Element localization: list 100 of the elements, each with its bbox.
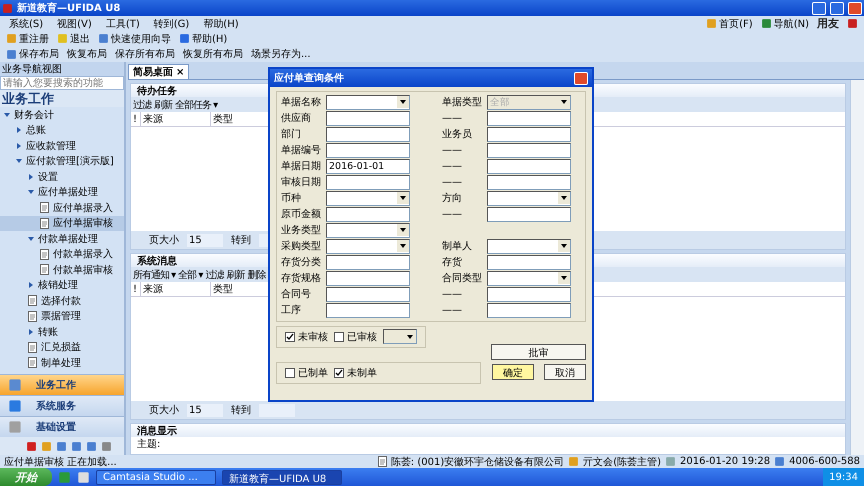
tree-item[interactable]: 汇兑损益 <box>0 340 124 355</box>
layout-button[interactable]: 恢复所有布局 <box>183 47 243 61</box>
tree-item[interactable]: 票据管理 <box>0 308 124 324</box>
search-field[interactable]: 请输入您要搜索的功能 <box>0 76 124 90</box>
input-field[interactable] <box>326 111 410 126</box>
dropdown-field[interactable] <box>383 329 417 344</box>
dropdown-arrow-icon[interactable] <box>407 334 413 338</box>
dropdown-field[interactable] <box>487 239 571 254</box>
checkbox[interactable]: 未审核 <box>285 330 328 344</box>
tree-item[interactable]: 应付单据审核 <box>0 216 124 231</box>
toolbar-action[interactable]: 全部 ▾ <box>178 268 202 282</box>
checkbox[interactable]: 未制单 <box>334 366 377 380</box>
minimize-button[interactable] <box>812 2 826 14</box>
input-field[interactable] <box>487 207 571 222</box>
toolbar-action[interactable]: 删除 <box>247 268 266 282</box>
toolbar-action[interactable]: 刷新 <box>154 98 172 112</box>
dropdown-field[interactable] <box>487 191 571 206</box>
input-field[interactable] <box>326 127 410 142</box>
nav-link[interactable]: 导航(N) <box>760 16 809 30</box>
collapsed-arrow-icon[interactable] <box>28 174 34 180</box>
tree-item[interactable]: 付款单据审核 <box>0 262 124 278</box>
layout-button[interactable]: 保存布局 <box>6 47 59 61</box>
toolbar-button[interactable]: 快速使用向导 <box>98 32 171 46</box>
nav-button[interactable]: 基础设置 <box>0 416 124 437</box>
page-size-field[interactable]: 15 <box>187 404 223 416</box>
dropdown-field[interactable] <box>326 191 410 206</box>
toolbar-action[interactable]: 过滤 <box>205 268 224 282</box>
nav-link[interactable]: 首页(F) <box>706 16 753 30</box>
dropdown-arrow-icon[interactable] <box>400 244 406 248</box>
tree-item[interactable]: 应收款管理 <box>0 138 124 154</box>
input-field[interactable] <box>326 271 410 286</box>
dropdown-arrow-icon[interactable] <box>561 244 567 248</box>
tree-item[interactable]: 转账 <box>0 324 124 340</box>
tab-close[interactable]: × <box>176 66 184 78</box>
menu-item[interactable]: 帮助(H) <box>200 16 242 30</box>
toolbar-button[interactable]: 帮助(H) <box>179 32 228 46</box>
toolbar-action[interactable]: 所有通知 ▾ <box>133 268 176 282</box>
tree-item[interactable]: 核销处理 <box>0 278 124 293</box>
page-size-field[interactable]: 15 <box>187 234 223 246</box>
tree-item[interactable]: 财务会计 <box>0 107 124 122</box>
input-field[interactable] <box>487 303 571 318</box>
tree-item[interactable]: 选择付款 <box>0 293 124 308</box>
input-field[interactable] <box>487 111 571 126</box>
tree-item[interactable]: 付款单据录入 <box>0 246 124 262</box>
tree-item[interactable]: 总账 <box>0 122 124 138</box>
expanded-arrow-icon[interactable] <box>28 236 34 242</box>
input-field[interactable] <box>487 175 571 190</box>
restore-button[interactable] <box>830 2 844 14</box>
column-header[interactable]: ! <box>131 112 141 126</box>
toolbar-button[interactable]: 退出 <box>57 32 90 46</box>
layout-button[interactable]: 保存所有布局 <box>115 47 175 61</box>
tree-item[interactable]: 制单处理 <box>0 355 124 370</box>
menu-item[interactable]: 工具(T) <box>102 16 143 30</box>
layout-button[interactable]: 场景另存为... <box>251 47 311 61</box>
dropdown-arrow-icon[interactable] <box>561 276 567 280</box>
dropdown-arrow-icon[interactable] <box>561 196 567 200</box>
taskbar-button[interactable]: 新道教育—UFIDA U8 <box>222 470 342 484</box>
ok-button[interactable]: 确定 <box>492 364 534 380</box>
dropdown-field[interactable] <box>326 223 410 238</box>
input-field[interactable] <box>326 143 410 158</box>
dropdown-arrow-icon[interactable] <box>400 100 406 104</box>
toolbar-button[interactable]: 重注册 <box>6 32 49 46</box>
toolbar-action[interactable]: 全部任务 ▾ <box>175 98 218 112</box>
menu-item[interactable]: 视图(V) <box>54 16 95 30</box>
collapsed-arrow-icon[interactable] <box>28 282 34 288</box>
dropdown-field[interactable] <box>326 95 410 110</box>
collapsed-arrow-icon[interactable] <box>16 142 22 149</box>
tree-item[interactable]: 应付款管理[演示版] <box>0 154 124 169</box>
batch-approve-button[interactable]: 批审 <box>491 344 586 360</box>
input-field[interactable]: 2016-01-01 <box>326 159 410 174</box>
input-field[interactable] <box>326 255 410 270</box>
tree-item[interactable]: 付款单据处理 <box>0 231 124 246</box>
input-field[interactable] <box>487 127 571 142</box>
checkbox[interactable]: 已审核 <box>334 330 377 344</box>
collapsed-arrow-icon[interactable] <box>16 127 22 134</box>
cancel-button[interactable]: 取消 <box>544 364 586 380</box>
menu-item[interactable]: 系统(S) <box>6 16 46 30</box>
expanded-arrow-icon[interactable] <box>28 189 34 196</box>
dropdown-arrow-icon[interactable] <box>400 196 406 200</box>
toolbar-action[interactable]: 过滤 <box>133 98 151 112</box>
tree-item[interactable]: 应付单据处理 <box>0 184 124 200</box>
expanded-arrow-icon[interactable] <box>16 158 22 164</box>
toolbar-action[interactable]: 刷新 <box>226 268 244 282</box>
column-header[interactable]: 来源 <box>141 282 211 296</box>
desktop-tab[interactable]: 简易桌面 × <box>128 64 190 79</box>
dropdown-field[interactable] <box>326 239 410 254</box>
menu-item[interactable]: 转到(G) <box>150 16 192 30</box>
expanded-arrow-icon[interactable] <box>4 112 10 118</box>
close-button[interactable] <box>574 72 588 84</box>
column-header[interactable]: ! <box>131 282 141 296</box>
checkbox[interactable]: 已制单 <box>285 366 328 380</box>
input-field[interactable] <box>326 207 410 222</box>
layout-button[interactable]: 恢复布局 <box>67 47 107 61</box>
tree-item[interactable]: 应付单据录入 <box>0 200 124 216</box>
nav-button[interactable]: 系统服务 <box>0 395 124 416</box>
input-field[interactable] <box>326 303 410 318</box>
dropdown-arrow-icon[interactable] <box>400 228 406 232</box>
input-field[interactable] <box>487 143 571 158</box>
dropdown-field[interactable] <box>487 271 571 286</box>
input-field[interactable] <box>326 287 410 302</box>
